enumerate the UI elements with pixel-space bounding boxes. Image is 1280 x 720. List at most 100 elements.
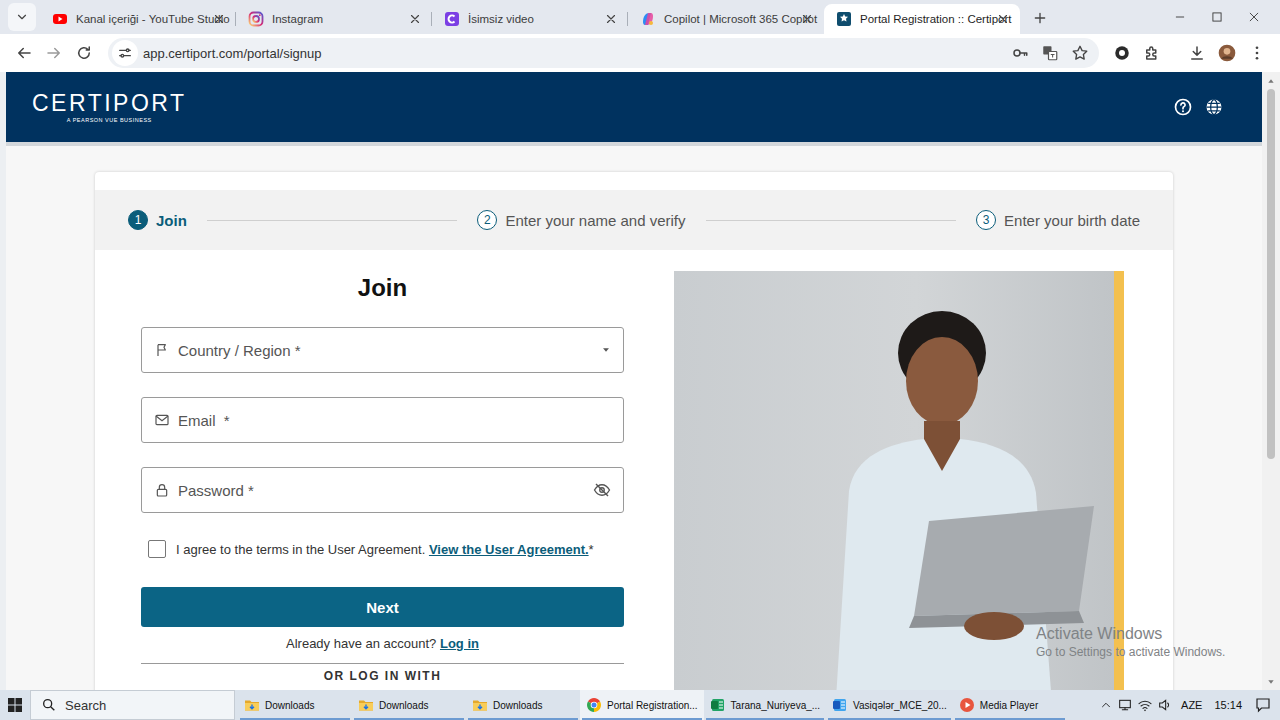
agreement-label: I agree to the terms in the User Agreeme… <box>176 542 594 557</box>
site-info-button[interactable] <box>112 40 138 66</box>
start-button[interactable] <box>0 690 30 720</box>
close-window-button[interactable] <box>1235 0 1272 34</box>
taskbar: SearchDownloadsDownloadsDownloadsPortal … <box>0 690 1280 720</box>
volume-icon[interactable] <box>1157 697 1173 713</box>
translate-button[interactable] <box>1037 40 1063 66</box>
page-scrollbar[interactable] <box>1262 72 1280 690</box>
browser-tab[interactable]: İsimsiz video <box>432 4 628 34</box>
back-button[interactable] <box>9 38 39 68</box>
chrome-icon <box>586 697 602 713</box>
taskbar-item[interactable]: Media Player <box>953 690 1067 720</box>
download-icon <box>1188 44 1206 62</box>
puzzle-icon <box>1143 44 1161 62</box>
network-icon[interactable] <box>1117 697 1133 713</box>
more-vertical-icon <box>1248 44 1266 62</box>
password-button[interactable] <box>1007 40 1033 66</box>
logo-text: CERTIPORT <box>32 91 187 115</box>
folder-icon <box>244 697 260 713</box>
forward-button[interactable] <box>39 38 69 68</box>
reload-button[interactable] <box>69 38 99 68</box>
email-input[interactable] <box>178 412 611 429</box>
user-agreement-link[interactable]: View the User Agreement. <box>429 542 589 557</box>
close-icon[interactable] <box>996 12 1010 26</box>
close-icon[interactable] <box>408 12 422 26</box>
step: 1Join <box>128 210 187 230</box>
folder-icon <box>472 697 488 713</box>
instagram-favicon-icon <box>248 11 264 27</box>
browser-tab[interactable]: Instagram <box>236 4 432 34</box>
close-window-icon <box>1247 10 1261 24</box>
login-space <box>436 636 440 651</box>
scroll-down-icon[interactable] <box>1267 678 1275 686</box>
login-link[interactable]: Log in <box>440 636 479 651</box>
browser-tab[interactable]: Kanal içeriği - YouTube Studio <box>40 4 236 34</box>
next-button[interactable]: Next <box>141 587 624 627</box>
chevron-up-icon[interactable] <box>1099 698 1113 712</box>
step-number: 2 <box>477 210 497 230</box>
profile-button[interactable] <box>1212 38 1242 68</box>
tab-strip: Kanal içeriği - YouTube StudioInstagramİ… <box>0 0 1280 34</box>
taskbar-item[interactable]: Tarana_Nuriyeva_... <box>704 690 827 720</box>
eye-slash-icon[interactable] <box>593 481 611 499</box>
extensions-button[interactable] <box>1137 38 1167 68</box>
taskbar-item[interactable]: Vasiqələr_MCE_20... <box>826 690 953 720</box>
tab-search-button[interactable] <box>8 3 36 31</box>
maximize-button[interactable] <box>1198 0 1235 34</box>
select-field[interactable]: Country / Region * <box>141 327 624 373</box>
input-language[interactable]: AZE <box>1177 699 1206 711</box>
close-icon[interactable] <box>800 12 814 26</box>
page-viewport: CERTIPORTA PEARSON VUE BUSINESS 1Join 2 Ent… <box>6 72 1262 690</box>
step-label: Enter your name and verify <box>505 212 685 229</box>
taskbar-item[interactable]: Portal Registration... <box>580 690 704 720</box>
watermark-title: Activate Windows <box>1036 624 1225 644</box>
close-icon[interactable] <box>212 12 226 26</box>
taskbar-item-label: Portal Registration... <box>607 700 698 711</box>
windows-logo-icon <box>7 697 23 713</box>
agree-checkbox[interactable] <box>148 540 166 558</box>
extension-button[interactable] <box>1107 38 1137 68</box>
clipchamp-favicon-icon <box>444 11 460 27</box>
page-body: 1Join2Enter your name and verify3Enter y… <box>6 146 1262 690</box>
logo-tagline: A PEARSON VUE BUSINESS <box>67 116 152 124</box>
address-bar[interactable]: app.certiport.com/portal/signup <box>108 38 1099 68</box>
tab-label: Portal Registration :: Certiport <box>860 13 988 25</box>
form-title: Join <box>141 271 624 305</box>
clock[interactable]: 15:14 <box>1210 699 1246 711</box>
notification-icon[interactable] <box>1254 696 1272 714</box>
browser-tab[interactable]: Portal Registration :: Certiport <box>824 4 1020 34</box>
browser-tab[interactable]: Copilot | Microsoft 365 Copilot <box>628 4 824 34</box>
minimize-button[interactable] <box>1161 0 1198 34</box>
step-label: Join <box>156 212 187 229</box>
step-connector <box>706 220 957 221</box>
taskbar-search[interactable]: Search <box>30 690 235 720</box>
password-input[interactable] <box>178 482 585 499</box>
close-icon[interactable] <box>604 12 618 26</box>
agreement-row: I agree to the terms in the User Agreeme… <box>141 539 624 559</box>
scroll-up-icon[interactable] <box>1267 77 1275 85</box>
bookmark-button[interactable] <box>1067 40 1093 66</box>
url-text[interactable]: app.certiport.com/portal/signup <box>142 46 1003 61</box>
globe-icon[interactable] <box>1204 97 1224 117</box>
signup-card: 1Join2Enter your name and verify3Enter y… <box>95 172 1173 690</box>
password-field[interactable] <box>141 467 624 513</box>
avatar-icon <box>1217 43 1237 63</box>
email-field[interactable] <box>141 397 624 443</box>
menu-button[interactable] <box>1242 38 1272 68</box>
step: 2 Enter your name and verify <box>477 210 685 230</box>
promo-stripe <box>1114 271 1124 690</box>
taskbar-item[interactable]: Downloads <box>238 690 352 720</box>
taskbar-item[interactable]: Downloads <box>352 690 466 720</box>
wifi-icon[interactable] <box>1137 697 1153 713</box>
site-settings-icon <box>117 45 133 61</box>
scroll-thumb[interactable] <box>1267 89 1275 459</box>
help-icon[interactable] <box>1173 97 1193 117</box>
header-divider <box>6 142 1262 146</box>
site-header: CERTIPORTA PEARSON VUE BUSINESS <box>6 72 1262 142</box>
certiport-logo[interactable]: CERTIPORTA PEARSON VUE BUSINESS <box>32 91 187 124</box>
new-tab-button[interactable] <box>1026 4 1054 32</box>
downloads-button[interactable] <box>1182 38 1212 68</box>
taskbar-item[interactable]: Downloads <box>466 690 580 720</box>
tab-label: Copilot | Microsoft 365 Copilot <box>664 13 792 25</box>
lock-icon <box>154 482 170 498</box>
agreement-space <box>425 542 429 557</box>
